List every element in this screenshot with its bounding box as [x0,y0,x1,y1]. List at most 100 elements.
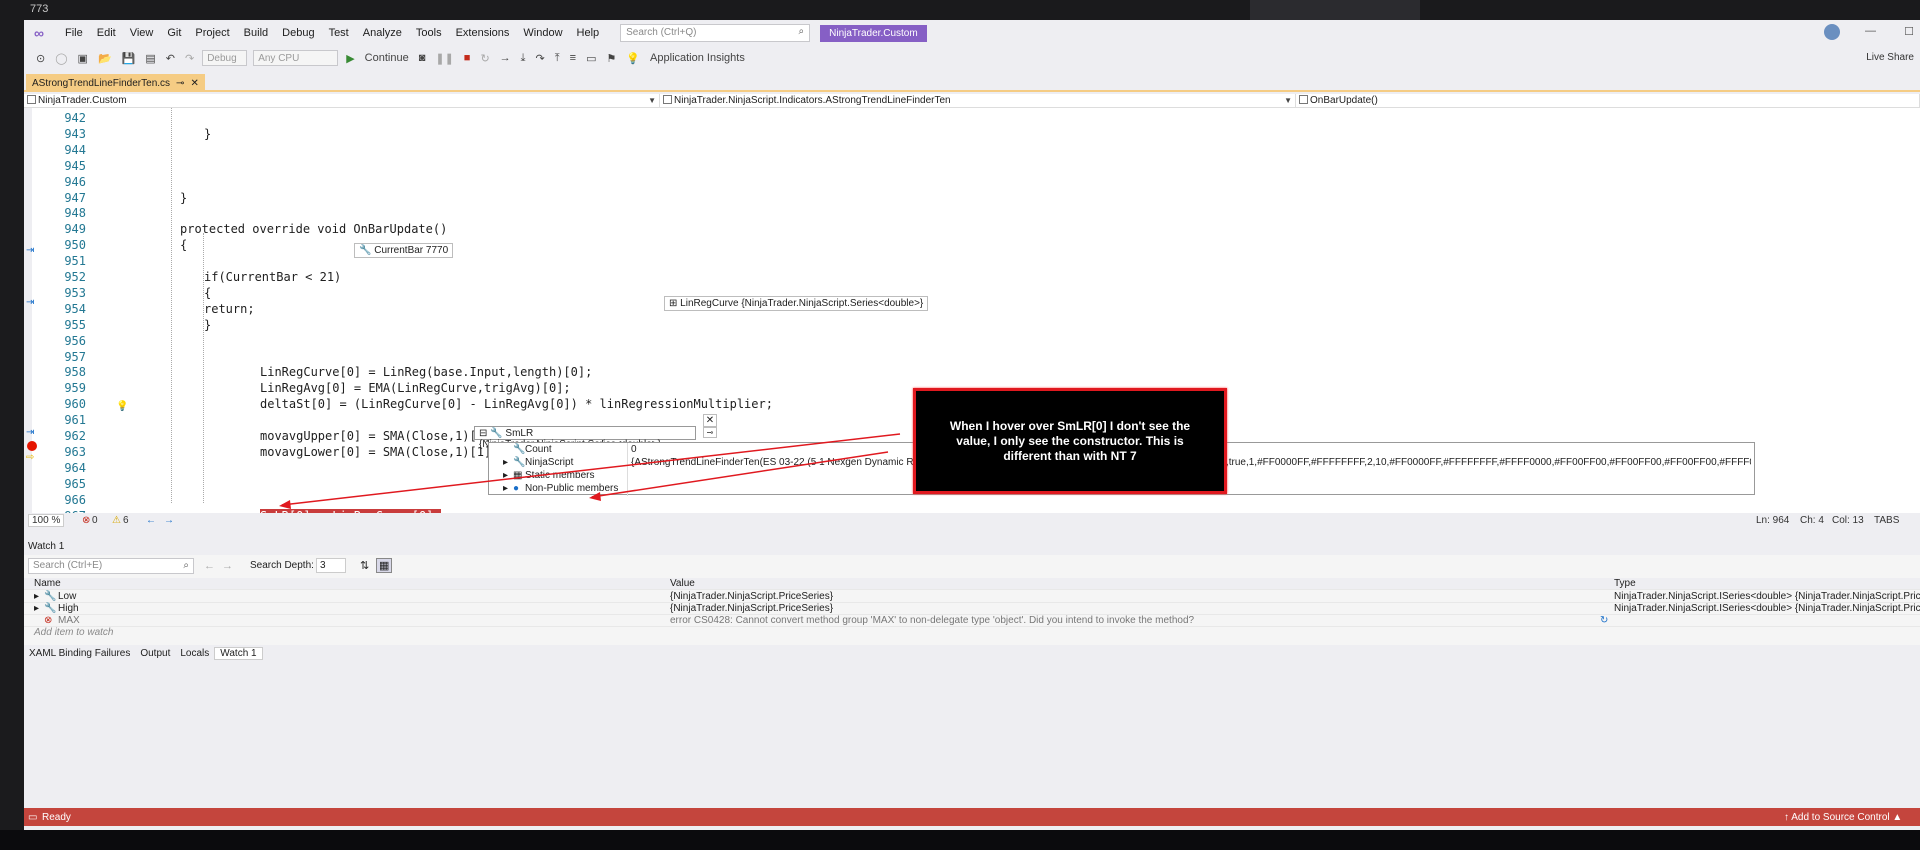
search-forward-icon[interactable]: → [222,560,233,572]
chevron-down-icon: ▼ [648,96,656,105]
save-all-icon[interactable]: ▤ [143,52,157,65]
pause-icon[interactable]: ❚❚ [433,52,455,65]
menu-edit[interactable]: Edit [90,27,123,39]
watch-name: High [58,603,79,614]
watch-row-high[interactable]: ▸ 🔧 High {NinjaTrader.NinjaScript.PriceS… [24,603,1920,615]
camera-icon[interactable]: ◙ [417,52,428,64]
refresh-icon[interactable]: ↻ [1600,615,1608,626]
menu-file[interactable]: File [58,27,90,39]
expand-arrow-icon[interactable]: ▸ [503,457,508,468]
platform-combo[interactable]: Any CPU [253,50,339,66]
avatar[interactable] [1824,24,1840,40]
col-type[interactable]: Type [1614,578,1636,589]
menu-project[interactable]: Project [188,27,236,39]
continue-icon[interactable]: ▶ [344,52,356,65]
tab-astrongtrendlinefinderten[interactable]: AStrongTrendLineFinderTen.cs ⊸ ✕ [26,74,205,92]
nonpublic-members-icon: ● [513,483,520,494]
open-icon[interactable]: 📂 [96,52,114,65]
back-icon[interactable]: ⊙ [34,52,47,65]
view-icon[interactable]: ⇅ [360,559,369,572]
menu-help[interactable]: Help [570,27,607,39]
expand-arrow-icon[interactable]: ▸ [503,483,508,494]
error-icon[interactable]: ⊗ [82,515,90,526]
save-icon[interactable]: 💾 [120,52,138,65]
redo-icon[interactable]: ↷ [183,52,196,65]
application-insights-button[interactable]: Application Insights [648,52,747,64]
breakpoint-icon[interactable] [27,441,37,451]
menu-build[interactable]: Build [237,27,275,39]
col-value[interactable]: Value [670,578,695,589]
step-out-icon[interactable]: ⤒ [553,52,562,65]
tab-locals[interactable]: Locals [175,648,214,659]
hex-icon[interactable]: ▦ [376,558,393,573]
line-number: 943 [64,126,86,141]
tab-xaml-binding-failures[interactable]: XAML Binding Failures [24,648,135,659]
watch-title-bar: Watch 1 [24,541,1920,555]
maximize-icon[interactable]: ☐ [1904,25,1914,38]
global-search-input[interactable]: Search (Ctrl+Q) ⌕ [620,24,811,42]
smlr-datatip-header[interactable]: ⊟ 🔧 SmLR {NinjaTrader.NinjaScript.Series… [474,426,696,450]
search-back-icon[interactable]: ← [204,560,215,572]
expand-icon[interactable]: ⊞ [669,298,677,309]
minimize-icon[interactable]: — [1865,25,1876,37]
line-number: 955 [64,317,86,332]
menu-git[interactable]: Git [160,27,188,39]
menu-test[interactable]: Test [322,27,356,39]
menu-debug[interactable]: Debug [275,27,321,39]
restart-icon[interactable]: ↻ [478,52,491,65]
col-name[interactable]: Name [34,578,61,589]
undo-icon[interactable]: ↶ [164,52,177,65]
linregcurve-datatip[interactable]: ⊞ LinRegCurve {NinjaTrader.NinjaScript.S… [664,296,929,311]
menu-tools[interactable]: Tools [409,27,449,39]
tab-watch-1[interactable]: Watch 1 [214,646,263,660]
char-indicator: Ch: 4 [1800,514,1824,526]
currentbar-datatip[interactable]: 🔧 CurrentBar 7770 [354,243,454,258]
pin-datatip-icon[interactable]: ⊸ [703,427,717,438]
lightbulb-icon[interactable]: 💡 [116,401,128,412]
watch-name: MAX [58,615,80,626]
bookmark-icon[interactable]: ⚑ [604,52,618,65]
forward-icon[interactable]: ◯ [53,52,69,65]
pin-icon[interactable]: ⊸ [176,78,184,89]
menu-analyze[interactable]: Analyze [356,27,409,39]
line-number: 956 [64,333,86,348]
zoom-combo[interactable]: 100 % [28,513,65,527]
tab-output[interactable]: Output [135,648,175,659]
project-dropdown[interactable]: NinjaTrader.Custom ▼ [24,94,660,108]
type-dropdown[interactable]: NinjaTrader.NinjaScript.Indicators.AStro… [660,94,1296,108]
menu-view[interactable]: View [123,27,161,39]
close-icon[interactable]: ✕ [190,78,198,89]
menu-bar: ∞ File Edit View Git Project Build Debug… [24,20,1920,46]
nav-back-icon[interactable]: ← [146,515,156,526]
menu-window[interactable]: Window [516,27,569,39]
comment-icon[interactable]: ▭ [584,52,598,65]
nav-forward-icon[interactable]: → [164,515,174,526]
member-dropdown[interactable]: OnBarUpdate() [1296,94,1920,108]
watch-search-input[interactable]: Search (Ctrl+E) ⌕ [28,558,194,574]
close-datatip-icon[interactable]: ✕ [703,414,717,427]
show-next-statement-icon[interactable]: → [498,52,513,64]
watch-row-max[interactable]: ⊗ MAX error CS0428: Cannot convert metho… [24,615,1920,627]
step-over-icon[interactable]: ↷ [534,52,547,65]
search-depth-combo[interactable]: 3 [316,558,346,573]
watch-add-row[interactable]: Add item to watch [24,627,1920,639]
expand-arrow-icon[interactable]: ▸ [503,470,508,481]
annotation-callout: When I hover over SmLR[0] I don't see th… [913,388,1227,494]
continue-button[interactable]: Continue [363,52,411,64]
stop-icon[interactable]: ■ [462,52,473,64]
line-number: 959 [64,381,86,396]
live-share-button[interactable]: Live Share [1866,52,1914,63]
warning-icon[interactable]: ⚠ [112,515,121,526]
expand-arrow-icon[interactable]: ▸ [34,591,39,602]
expand-arrow-icon[interactable]: ▸ [34,603,39,614]
watch-value: {NinjaTrader.NinjaScript.PriceSeries} [670,591,834,602]
format-icon[interactable]: ≡ [568,52,578,64]
new-project-icon[interactable]: ▣ [76,52,90,65]
collapse-icon[interactable]: ⊟ [479,428,487,439]
vs-logo-icon[interactable]: ∞ [34,26,48,40]
watch-row-low[interactable]: ▸ 🔧 Low {NinjaTrader.NinjaScript.PriceSe… [24,591,1920,603]
menu-extensions[interactable]: Extensions [449,27,517,39]
config-combo[interactable]: Debug [202,50,248,66]
add-to-source-control-button[interactable]: ↑ Add to Source Control ▲ [1784,812,1902,823]
step-into-icon[interactable]: ⤓ [519,52,528,65]
